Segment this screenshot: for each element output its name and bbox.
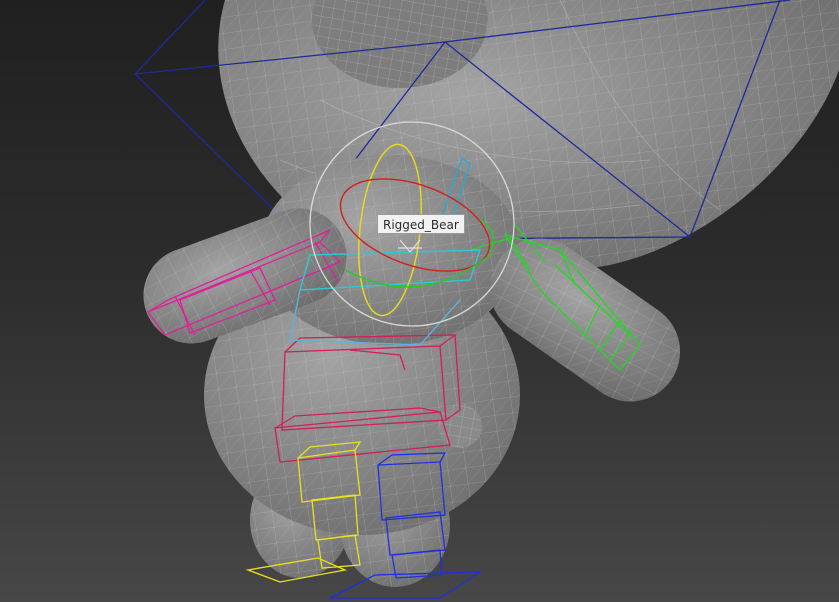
- 3d-viewport[interactable]: Rigged_Bear: [0, 0, 839, 602]
- object-name-tooltip: Rigged_Bear: [377, 214, 465, 234]
- viewport-scene[interactable]: [0, 0, 839, 602]
